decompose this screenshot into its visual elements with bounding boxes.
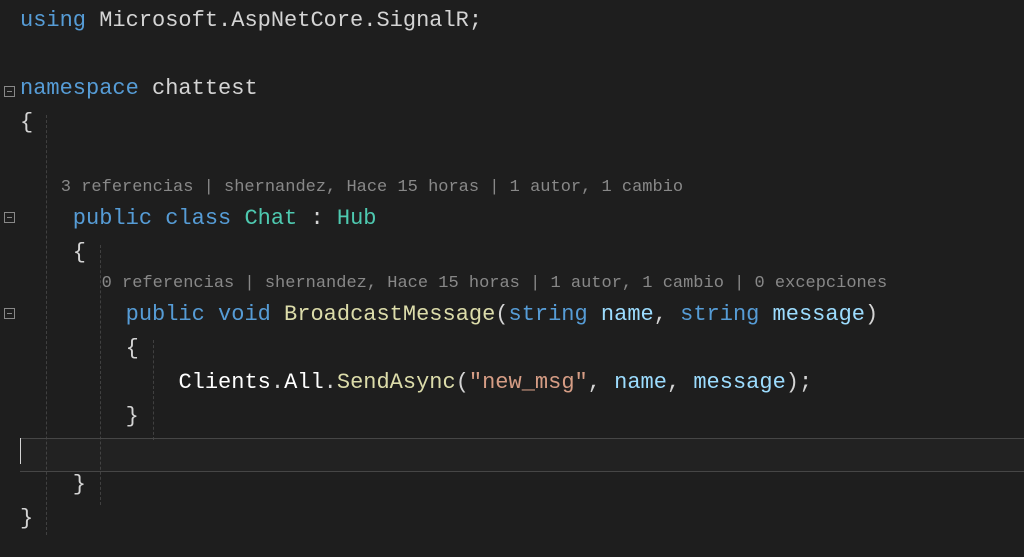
method-name: BroadcastMessage — [271, 302, 495, 327]
code-line[interactable]: } — [20, 468, 1024, 502]
code-line[interactable]: namespace chattest — [20, 72, 1024, 106]
keyword-namespace: namespace — [20, 76, 139, 101]
fold-toggle[interactable] — [4, 86, 15, 97]
namespace-ref: Microsoft.AspNetCore.SignalR — [86, 8, 469, 33]
class-name: Chat — [231, 206, 297, 231]
code-editor[interactable]: using Microsoft.AspNetCore.SignalR; name… — [0, 0, 1024, 557]
code-line-empty[interactable] — [20, 38, 1024, 72]
code-line[interactable]: Clients.All.SendAsync("new_msg", name, m… — [20, 366, 1024, 400]
code-line[interactable]: { — [20, 332, 1024, 366]
code-line[interactable]: public class Chat : Hub — [20, 202, 1024, 236]
gutter — [0, 0, 20, 557]
code-line[interactable]: public void BroadcastMessage(string name… — [20, 298, 1024, 332]
fold-toggle[interactable] — [4, 308, 15, 319]
code-line[interactable]: { — [20, 236, 1024, 270]
base-class: Hub — [324, 206, 377, 231]
namespace-name: chattest — [139, 76, 258, 101]
fold-toggle[interactable] — [4, 212, 15, 223]
keyword-using: using — [20, 8, 86, 33]
code-line-empty[interactable] — [20, 140, 1024, 174]
code-area[interactable]: using Microsoft.AspNetCore.SignalR; name… — [20, 0, 1024, 557]
code-line[interactable]: using Microsoft.AspNetCore.SignalR; — [20, 4, 1024, 38]
code-line[interactable]: } — [20, 502, 1024, 536]
codelens[interactable]: 3 referencias | shernandez, Hace 15 hora… — [20, 174, 1024, 202]
codelens[interactable]: 0 referencias | shernandez, Hace 15 hora… — [20, 270, 1024, 298]
text-caret — [20, 438, 21, 464]
code-line-current[interactable] — [20, 434, 1024, 468]
string-literal: "new_msg" — [469, 370, 588, 395]
code-line[interactable]: } — [20, 400, 1024, 434]
code-line[interactable]: { — [20, 106, 1024, 140]
